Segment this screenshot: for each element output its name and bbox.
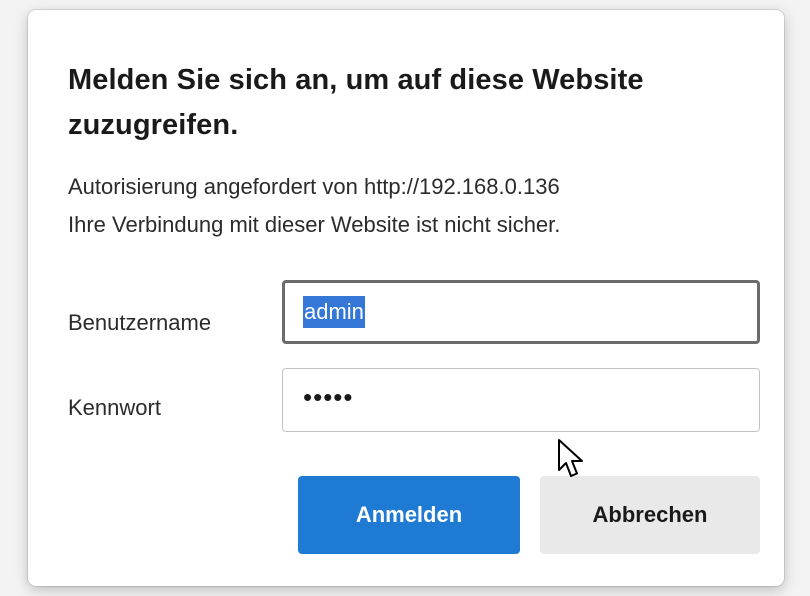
auth-request-text: Autorisierung angefordert von http://192…: [68, 174, 560, 199]
dialog-info: Autorisierung angefordert von http://192…: [68, 168, 768, 244]
dialog-title: Melden Sie sich an, um auf diese Website…: [68, 64, 644, 141]
password-label: Kennwort: [68, 395, 161, 420]
cancel-button[interactable]: Abbrechen: [540, 476, 760, 554]
mouse-pointer-icon: [558, 439, 583, 477]
username-field[interactable]: admin: [282, 280, 760, 344]
password-value: •••••: [303, 382, 354, 412]
login-button[interactable]: Anmelden: [298, 476, 520, 554]
password-field[interactable]: •••••: [282, 368, 760, 432]
username-label: Benutzername: [68, 310, 212, 335]
connection-warning-text: Ihre Verbindung mit dieser Website ist n…: [68, 212, 561, 237]
username-value: admin: [303, 296, 365, 328]
auth-dialog: Melden Sie sich an, um auf diese Website…: [28, 10, 784, 586]
